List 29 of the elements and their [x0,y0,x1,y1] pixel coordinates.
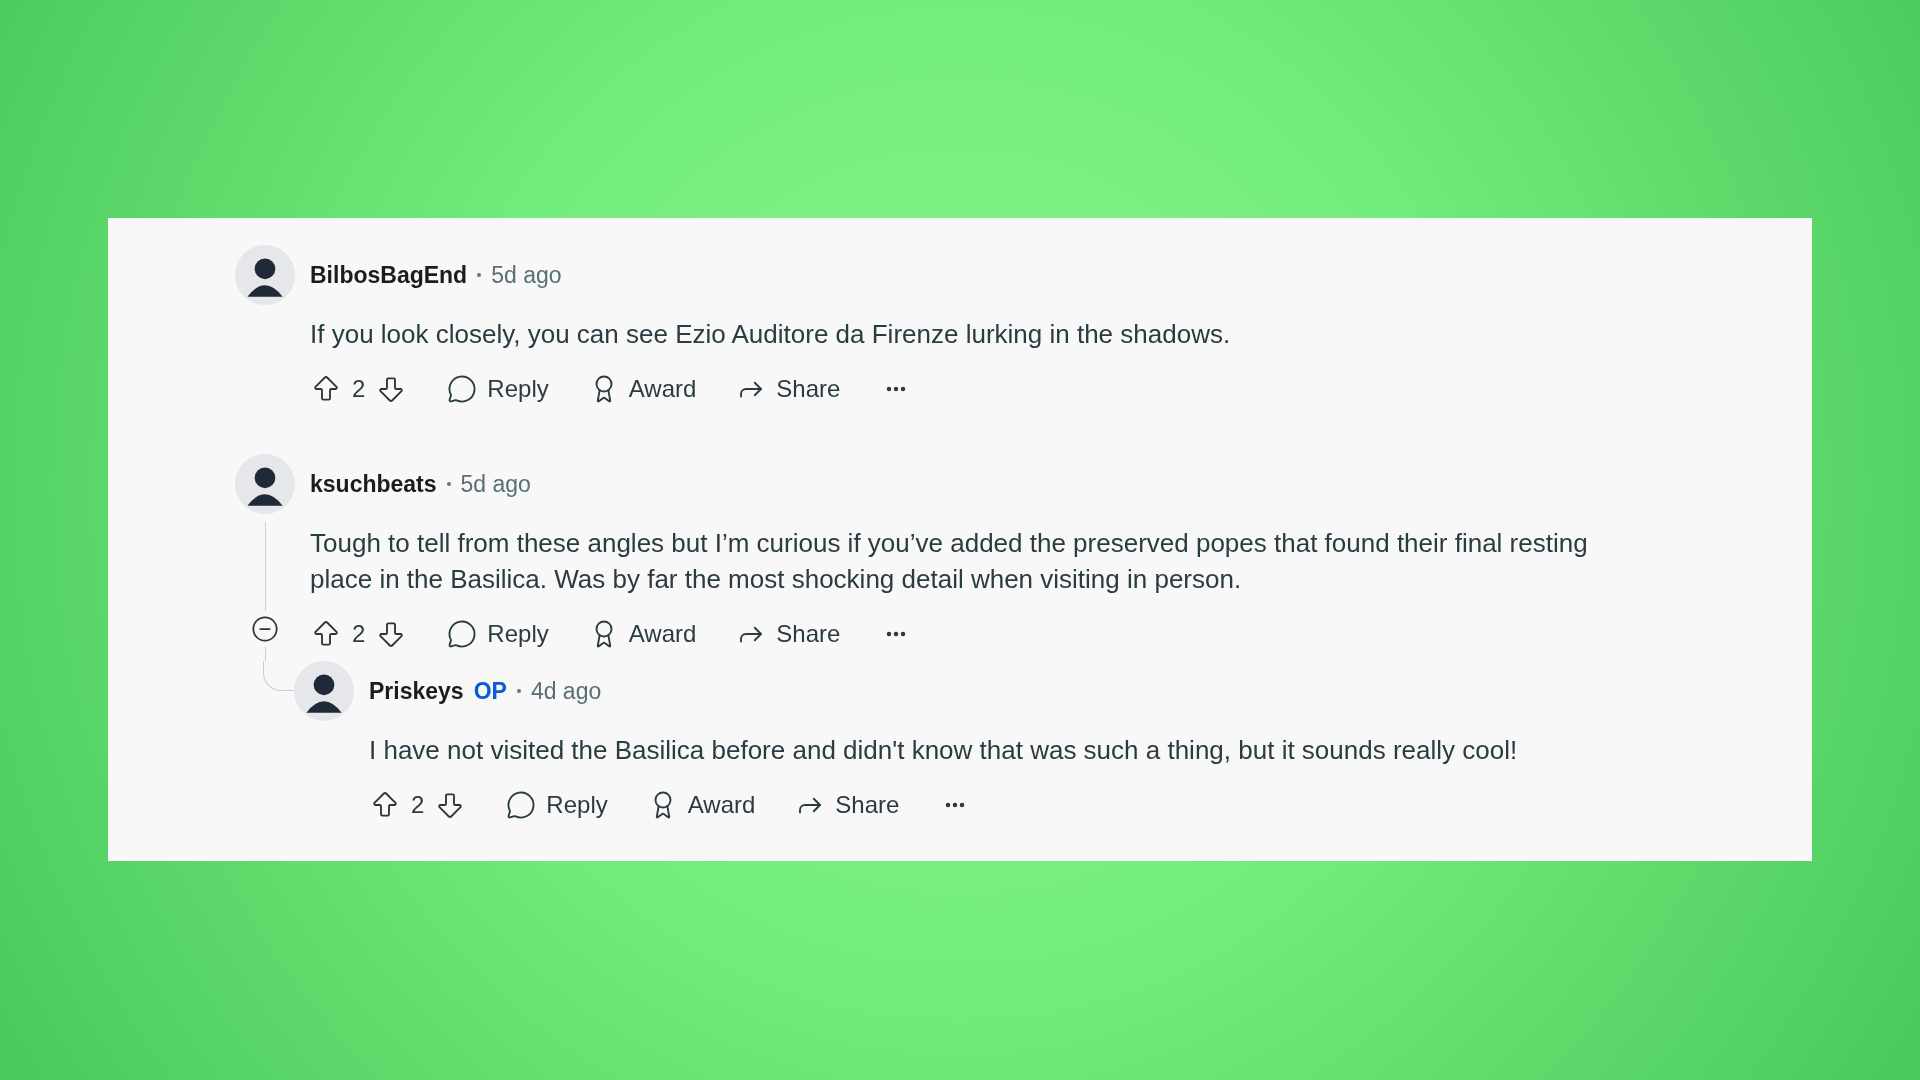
timestamp: 5d ago [491,260,562,290]
timestamp: 5d ago [460,469,531,499]
share-button[interactable]: Share [736,371,841,407]
avatar-icon[interactable] [294,661,354,721]
avatar-icon[interactable] [235,454,295,514]
vote-count: 2 [411,790,425,820]
vote-count: 2 [352,374,366,404]
comment-text: I have not visited the Basilica before and didn't know that was such a thing, but it sounds really cool! [369,734,1518,767]
username[interactable]: ksuchbeats [310,466,437,502]
comment-text: Tough to tell from these angles but I’m curious if you’ve added the preserved popes that found their final resting place in the Basilica. Was by far the most shocking detail when visiting in person. [310,527,1589,596]
award-button[interactable]: Award [588,371,697,407]
speech-bubble-icon [506,790,537,820]
award-button[interactable]: Award [588,616,697,652]
reply-button[interactable]: Reply [447,616,549,652]
reply-button[interactable]: Reply [447,371,549,407]
timestamp: 4d ago [530,676,602,706]
username[interactable]: BilbosBagEnd [310,257,468,293]
speech-bubble-icon [447,619,478,649]
op-label: OP [473,676,507,706]
reply-button[interactable]: Reply [506,787,608,823]
award-button[interactable]: Award [647,787,756,823]
collapse-button[interactable] [251,615,279,643]
share-button[interactable]: Share [795,787,900,823]
vote-count: 2 [352,619,366,649]
avatar-icon[interactable] [235,245,295,305]
speech-bubble-icon [447,374,478,404]
share-button[interactable]: Share [736,616,841,652]
username[interactable]: Priskeys [369,673,464,709]
comment-text: If you look closely, you can see Ezio Auditore da Firenze lurking in the shadows. [310,318,1231,351]
